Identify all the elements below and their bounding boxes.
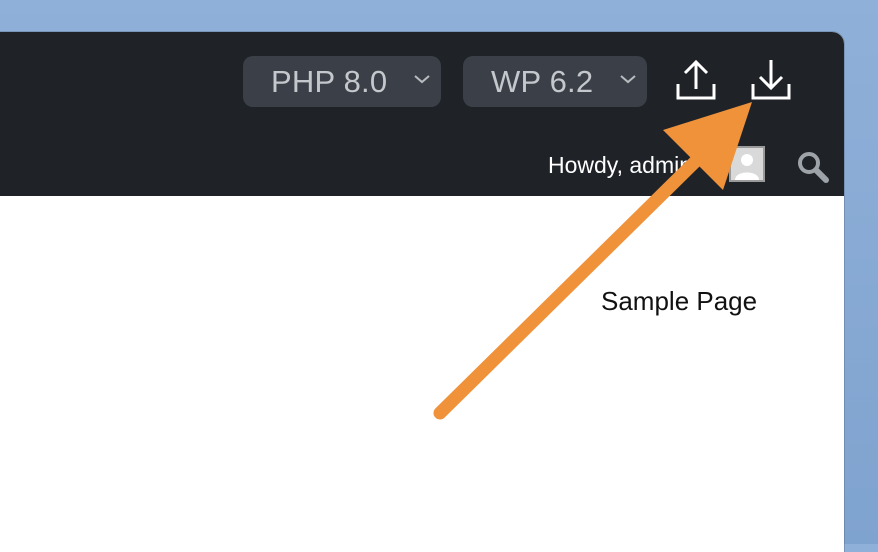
search-icon — [798, 152, 829, 183]
wp-version-select[interactable]: WP 6.2 — [463, 56, 647, 107]
download-icon — [751, 60, 791, 100]
upload-icon — [676, 59, 716, 100]
app-window: PHP 8.0 WP 6.2 Howdy, admin Sample Page — [0, 32, 844, 552]
chevron-down-icon — [414, 75, 430, 84]
howdy-greeting[interactable]: Howdy, admin — [548, 152, 692, 179]
sample-page-link[interactable]: Sample Page — [601, 286, 757, 317]
wp-version-label: WP 6.2 — [491, 63, 594, 99]
download-button[interactable] — [749, 58, 793, 107]
php-version-label: PHP 8.0 — [271, 63, 388, 99]
upload-button[interactable] — [674, 58, 718, 107]
php-version-select[interactable]: PHP 8.0 — [243, 56, 441, 107]
avatar-silhouette — [735, 154, 759, 180]
user-avatar-icon[interactable] — [729, 146, 765, 182]
toolbar: PHP 8.0 WP 6.2 Howdy, admin — [0, 32, 844, 196]
chevron-down-icon — [620, 75, 636, 84]
search-button[interactable] — [796, 150, 830, 189]
